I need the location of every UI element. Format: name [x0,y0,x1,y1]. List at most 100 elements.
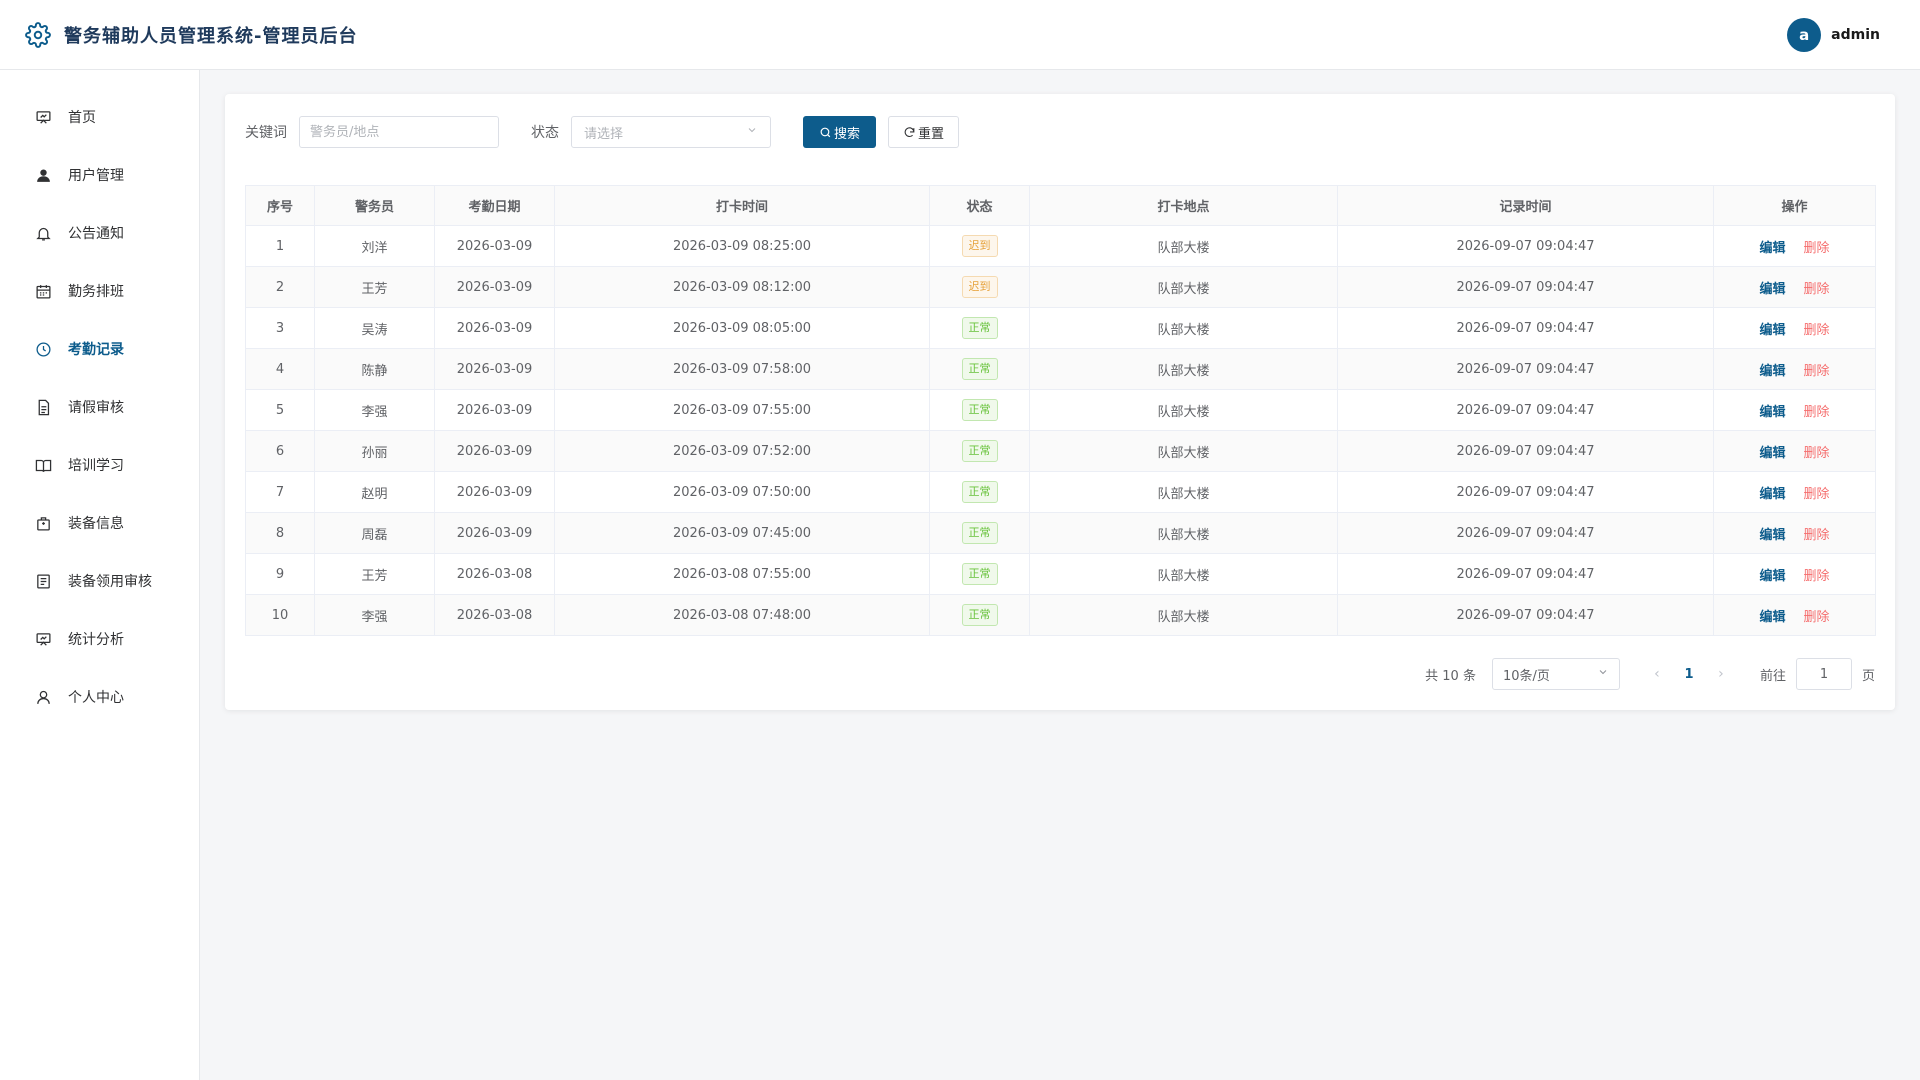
cell-date: 2026-03-08 [434,553,555,595]
edit-button[interactable]: 编辑 [1759,241,1785,256]
keyword-input[interactable] [299,116,499,148]
cell-date: 2026-03-09 [434,389,555,431]
edit-button[interactable]: 编辑 [1759,364,1785,379]
cell-actions: 编辑 删除 [1713,348,1876,390]
sidebar: 首页 用户管理 公告通知 勤务排班 考勤记录 请假审核 培训学习 装备信息 装备… [0,70,200,1080]
cell-actions: 编辑 删除 [1713,594,1876,636]
cell-place: 队部大楼 [1029,430,1338,472]
sidebar-item-training[interactable]: 培训学习 [0,436,199,494]
cell-no: 5 [245,389,315,431]
document-icon [34,398,52,416]
sidebar-item-label: 首页 [68,110,96,126]
sidebar-item-equipment[interactable]: 装备信息 [0,494,199,552]
user-menu[interactable]: a admin [1787,18,1880,52]
sidebar-item-label: 考勤记录 [68,342,124,358]
edit-button[interactable]: 编辑 [1759,528,1785,543]
delete-button[interactable]: 删除 [1804,364,1830,379]
sidebar-item-statistics[interactable]: 统计分析 [0,610,199,668]
cell-date: 2026-03-08 [434,594,555,636]
status-badge: 正常 [961,604,998,626]
person-icon [34,688,52,706]
delete-button[interactable]: 删除 [1804,528,1830,543]
status-select[interactable]: 请选择 [571,116,771,148]
sidebar-item-label: 装备信息 [68,516,124,532]
page-suffix: 页 [1861,668,1875,684]
refresh-icon [903,126,916,139]
column-header: 警务员 [314,185,435,226]
search-button[interactable]: 搜索 [803,116,877,148]
prev-page-button[interactable]: ‹ [1642,666,1672,682]
page-size-value: 10条/页 [1502,668,1550,684]
sidebar-item-attendance[interactable]: 考勤记录 [0,320,199,378]
edit-button[interactable]: 编辑 [1759,323,1785,338]
page-number-current[interactable]: 1 [1672,667,1706,682]
edit-button[interactable]: 编辑 [1759,282,1785,297]
sidebar-item-equipment-approval[interactable]: 装备领用审核 [0,552,199,610]
delete-button[interactable]: 删除 [1804,569,1830,584]
cell-place: 队部大楼 [1029,225,1338,267]
cell-recorded-time: 2026-09-07 09:04:47 [1337,471,1714,513]
sidebar-item-label: 勤务排班 [68,284,124,300]
cell-actions: 编辑 删除 [1713,225,1876,267]
cell-no: 10 [245,594,315,636]
username[interactable]: admin [1831,27,1880,43]
status-label: 状态 [531,125,559,141]
table-row: 7 赵明 2026-03-09 2026-03-09 07:50:00 正常 队部大楼 20… [245,471,1876,513]
delete-button[interactable]: 删除 [1804,282,1830,297]
cell-date: 2026-03-09 [434,348,555,390]
cell-actions: 编辑 删除 [1713,471,1876,513]
bag-icon [34,514,52,532]
attendance-table: 序号 警务员 考勤日期 打卡时间 状态 打卡地点 记录时间 操作 1 刘洋 2026… [245,185,1876,636]
page-size-select[interactable]: 10条/页 [1491,658,1620,690]
delete-button[interactable]: 删除 [1804,446,1830,461]
cell-no: 6 [245,430,315,472]
cell-actions: 编辑 删除 [1713,389,1876,431]
cell-punch-time: 2026-03-09 07:58:00 [554,348,930,390]
edit-button[interactable]: 编辑 [1759,446,1785,461]
delete-button[interactable]: 删除 [1804,323,1830,338]
cell-place: 队部大楼 [1029,389,1338,431]
goto-page-input[interactable] [1795,658,1852,690]
edit-button[interactable]: 编辑 [1759,487,1785,502]
cell-status: 正常 [929,512,1030,554]
delete-button[interactable]: 删除 [1804,405,1830,420]
edit-button[interactable]: 编辑 [1759,610,1785,625]
status-badge: 正常 [961,563,998,585]
filter-bar: 关键词 状态 请选择 搜索 重置 [245,116,960,148]
next-page-button[interactable]: › [1706,666,1736,682]
cell-status: 正常 [929,594,1030,636]
column-header: 考勤日期 [434,185,555,226]
edit-button[interactable]: 编辑 [1759,569,1785,584]
sidebar-item-users[interactable]: 用户管理 [0,146,199,204]
delete-button[interactable]: 删除 [1804,487,1830,502]
sidebar-item-profile[interactable]: 个人中心 [0,668,199,726]
cell-punch-time: 2026-03-09 07:55:00 [554,389,930,431]
column-header: 打卡时间 [554,185,930,226]
status-badge: 正常 [961,481,998,503]
column-header: 打卡地点 [1029,185,1338,226]
cell-date: 2026-03-09 [434,266,555,308]
sidebar-item-leave[interactable]: 请假审核 [0,378,199,436]
table-body: 1 刘洋 2026-03-09 2026-03-09 08:25:00 迟到 队部大楼 20… [245,225,1876,636]
clock-icon [34,340,52,358]
table-row: 1 刘洋 2026-03-09 2026-03-09 08:25:00 迟到 队部大楼 20… [245,225,1876,267]
chevron-down-icon [1597,666,1609,682]
cell-actions: 编辑 删除 [1713,266,1876,308]
cell-punch-time: 2026-03-09 08:05:00 [554,307,930,349]
table-row: 5 李强 2026-03-09 2026-03-09 07:55:00 正常 队部大楼 20… [245,389,1876,431]
sidebar-item-notices[interactable]: 公告通知 [0,204,199,262]
cell-place: 队部大楼 [1029,512,1338,554]
delete-button[interactable]: 删除 [1804,241,1830,256]
column-header: 序号 [245,185,315,226]
status-badge: 迟到 [961,276,998,298]
cell-place: 队部大楼 [1029,307,1338,349]
edit-button[interactable]: 编辑 [1759,405,1785,420]
avatar[interactable]: a [1787,18,1822,52]
search-icon [819,126,832,139]
sidebar-item-home[interactable]: 首页 [0,88,199,146]
reset-button[interactable]: 重置 [888,116,960,148]
delete-button[interactable]: 删除 [1804,610,1830,625]
attendance-card: 关键词 状态 请选择 搜索 重置 序号 [225,94,1895,710]
cell-recorded-time: 2026-09-07 09:04:47 [1337,594,1714,636]
sidebar-item-schedule[interactable]: 勤务排班 [0,262,199,320]
